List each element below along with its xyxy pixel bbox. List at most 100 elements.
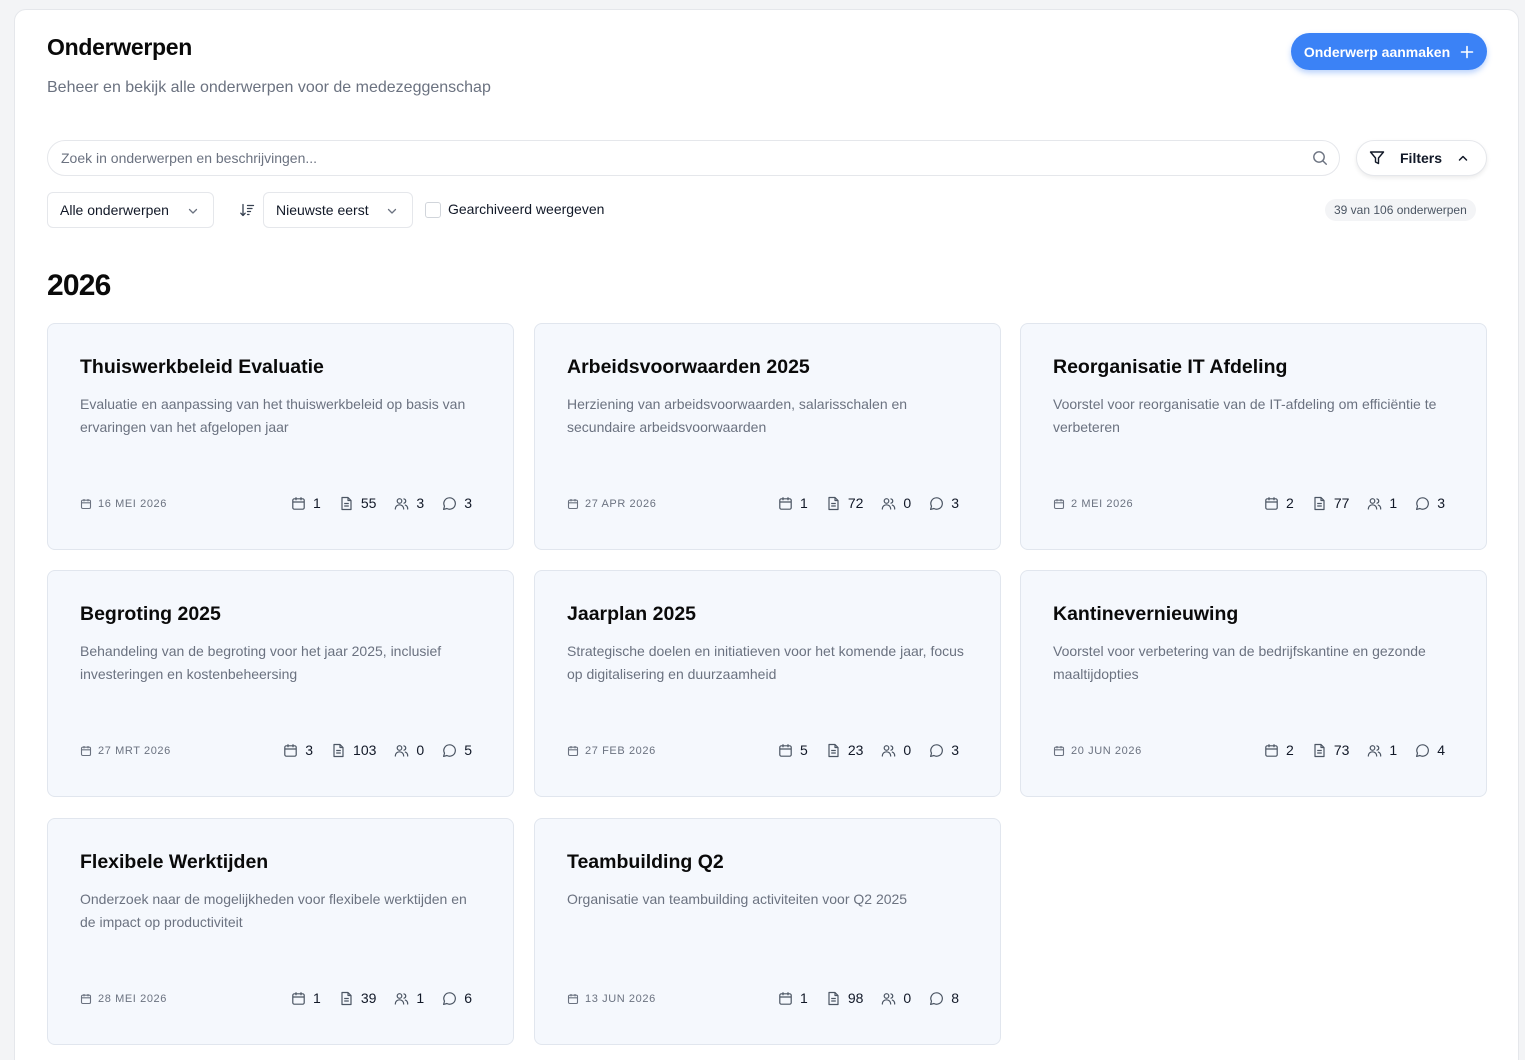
calendar-icon <box>292 496 305 510</box>
topic-card-date-label: 20 JUN 2026 <box>1071 745 1142 757</box>
topic-card[interactable]: Begroting 2025 Behandeling van de begroti… <box>47 570 514 797</box>
search-icon[interactable] <box>1312 150 1328 166</box>
stat-documents: 73 <box>1312 742 1349 758</box>
topic-card-title: Kantinevernieuwing <box>1053 603 1239 625</box>
stat-comments-value: 8 <box>951 990 959 1006</box>
topic-card-date-label: 16 MEI 2026 <box>98 498 167 510</box>
sort-select[interactable]: Nieuwste eerst <box>263 192 413 228</box>
topic-card-description: Onderzoek naar de mogelijkheden voor fle… <box>80 891 467 930</box>
calendar-icon <box>80 499 92 510</box>
stat-documents-value: 98 <box>847 990 864 1006</box>
stat-participants: 1 <box>1367 742 1397 758</box>
stat-participants-value: 1 <box>1389 742 1398 758</box>
topic-card-title: Arbeidsvoorwaarden 2025 <box>567 356 810 378</box>
topic-card-date: 28 MEI 2026 <box>80 993 167 1005</box>
stat-documents-value: 103 <box>353 742 377 758</box>
stat-meetings: 1 <box>291 495 321 511</box>
stat-participants-value: 0 <box>903 990 912 1006</box>
main-panel: Onderwerpen Beheer en bekijk alle onderw… <box>14 9 1519 1060</box>
stat-documents-value: 23 <box>847 742 864 758</box>
document-icon <box>828 743 839 757</box>
stat-participants-value: 0 <box>903 495 912 511</box>
category-select-value: Alle onderwerpen <box>60 202 169 218</box>
page-title: Onderwerpen <box>47 34 192 60</box>
comment-icon <box>443 743 457 757</box>
calendar-icon <box>1053 746 1065 757</box>
comment-icon <box>1416 496 1430 510</box>
stat-meetings: 1 <box>291 990 321 1006</box>
stat-comments: 3 <box>929 495 959 511</box>
create-topic-button[interactable]: Onderwerp aanmaken <box>1291 33 1487 70</box>
stat-documents: 39 <box>339 990 376 1006</box>
stat-documents: 77 <box>1312 495 1350 511</box>
calendar-icon <box>779 991 792 1005</box>
stat-participants: 1 <box>1367 495 1397 511</box>
topic-card-description: Strategische doelen en initiatieven voor… <box>567 643 964 682</box>
year-heading: 2026 <box>47 269 111 302</box>
stat-comments-value: 3 <box>464 495 472 511</box>
stat-documents-value: 72 <box>847 495 864 511</box>
sort-icon[interactable] <box>239 202 255 218</box>
calendar-icon <box>80 994 92 1005</box>
topic-card-stats: 1 72 0 3 <box>778 495 959 511</box>
create-topic-label: Onderwerp aanmaken <box>1303 43 1451 60</box>
topic-card[interactable]: Flexibele Werktijden Onderzoek naar de mo… <box>47 818 514 1045</box>
stat-comments-value: 5 <box>464 742 472 758</box>
comment-icon <box>443 991 457 1005</box>
calendar-icon <box>1265 496 1278 510</box>
document-icon <box>828 991 839 1005</box>
stat-documents: 103 <box>331 742 376 758</box>
stat-documents: 72 <box>826 495 864 511</box>
stat-participants: 0 <box>881 990 911 1006</box>
topic-card[interactable]: Reorganisatie IT Afdeling Voorstel voor r… <box>1020 323 1487 550</box>
topic-card[interactable]: Thuiswerkbeleid Evaluatie Evaluatie en aa… <box>47 323 514 550</box>
document-icon <box>341 496 352 510</box>
comment-icon <box>930 743 944 757</box>
topic-card-date-label: 28 MEI 2026 <box>98 993 167 1005</box>
comment-icon <box>443 496 457 510</box>
filters-button[interactable]: Filters <box>1356 140 1487 176</box>
calendar-icon <box>779 496 792 510</box>
topic-card-description: Voorstel voor verbetering van de bedrijf… <box>1053 643 1426 682</box>
stat-documents-value: 77 <box>1333 495 1350 511</box>
stat-documents: 23 <box>826 742 864 758</box>
topic-card[interactable]: Teambuilding Q2 Organisatie van teambuild… <box>534 818 1001 1045</box>
category-select[interactable]: Alle onderwerpen <box>47 192 214 228</box>
stat-comments-value: 3 <box>951 495 959 511</box>
search-input[interactable] <box>49 142 1289 174</box>
topic-card[interactable]: Arbeidsvoorwaarden 2025 Herziening van ar… <box>534 323 1001 550</box>
stat-meetings: 5 <box>778 742 808 758</box>
users-icon <box>395 744 409 757</box>
archived-checkbox[interactable] <box>425 202 441 218</box>
topic-card-date-label: 2 MEI 2026 <box>1071 498 1134 510</box>
chevron-down-icon <box>188 208 198 214</box>
users-icon <box>882 744 896 757</box>
archived-label[interactable]: Gearchiveerd weergeven <box>448 201 604 217</box>
topic-card-date-label: 13 JUN 2026 <box>585 993 656 1005</box>
sort-select-value: Nieuwste eerst <box>276 202 369 218</box>
calendar-icon <box>80 746 92 757</box>
comment-icon <box>1416 743 1430 757</box>
topic-card-stats: 5 23 0 3 <box>778 742 959 758</box>
stat-meetings: 1 <box>778 495 808 511</box>
topic-card-title: Teambuilding Q2 <box>567 851 724 873</box>
stat-comments: 3 <box>929 742 959 758</box>
users-icon <box>395 497 409 510</box>
stat-meetings-value: 2 <box>1286 742 1294 758</box>
filter-icon <box>1369 151 1385 165</box>
stat-participants: 0 <box>881 742 911 758</box>
stat-documents: 98 <box>826 990 864 1006</box>
calendar-icon <box>292 991 305 1005</box>
topic-card-date: 27 MRT 2026 <box>80 745 171 757</box>
calendar-icon <box>567 994 579 1005</box>
document-icon <box>341 991 352 1005</box>
stat-meetings-value: 3 <box>305 742 314 758</box>
stat-meetings-value: 1 <box>800 990 808 1006</box>
stat-meetings-value: 1 <box>313 990 321 1006</box>
topic-card-date: 2 MEI 2026 <box>1053 498 1133 510</box>
topic-card[interactable]: Kantinevernieuwing Voorstel voor verbeter… <box>1020 570 1487 797</box>
stat-comments: 3 <box>442 495 472 511</box>
chevron-up-icon <box>1458 155 1468 161</box>
topic-card[interactable]: Jaarplan 2025 Strategische doelen en init… <box>534 570 1001 797</box>
calendar-icon <box>1265 743 1278 757</box>
